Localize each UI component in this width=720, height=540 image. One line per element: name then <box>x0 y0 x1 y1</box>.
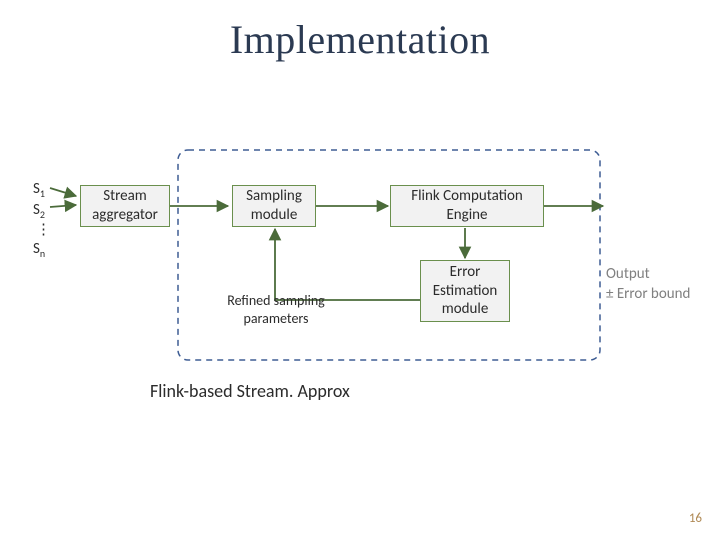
output-label: Output ± Error bound <box>606 264 720 305</box>
arrow-s2-to-aggregator <box>50 205 76 207</box>
page-number: 16 <box>689 511 702 526</box>
sampling-module-box: Sampling module <box>232 185 316 227</box>
arrow-error-to-sampling-feedback <box>275 229 420 300</box>
diagram-caption: Flink-based Stream. Approx <box>150 380 350 402</box>
input-streams-column: S1 S2 ⋮ Sn <box>33 180 51 260</box>
arrow-s1-to-aggregator <box>50 188 76 196</box>
feedback-label: Refined sampling parameters <box>206 292 346 327</box>
flink-engine-box: Flink Computation Engine <box>390 185 544 227</box>
stream-dots: ⋮ <box>33 221 51 240</box>
stream-s2-label: S2 <box>33 201 51 222</box>
dashed-container <box>178 150 600 360</box>
stream-s1-label: S1 <box>33 180 51 201</box>
error-estimation-box: Error Estimation module <box>420 260 510 322</box>
stream-sn-label: Sn <box>33 240 51 261</box>
stream-aggregator-box: Stream aggregator <box>80 185 170 227</box>
